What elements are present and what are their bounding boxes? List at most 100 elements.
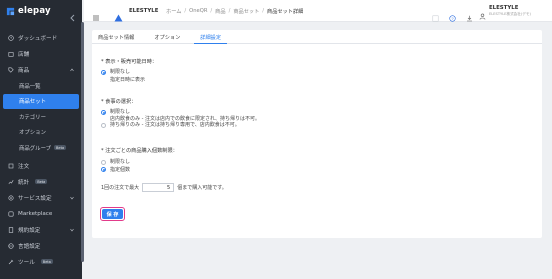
sidebar-subitem-category[interactable]: カテゴリー [0, 109, 82, 125]
quantity-row: 1回の注文で最大 5 個まで購入可能です。 [101, 183, 227, 192]
sidebar-item-label: サービス設定 [18, 195, 52, 202]
quantity-limit-title: * 注文ごとの商品購入個数制限： [101, 148, 178, 154]
breadcrumb-product-set[interactable]: 商品セット [233, 8, 259, 15]
radio-button[interactable] [101, 109, 106, 115]
radio-label: 制限なし [110, 159, 131, 165]
sidebar-subitem-product-set[interactable]: 商品セット [3, 93, 79, 109]
header-icons: ? [432, 7, 473, 22]
sidebar-item-label: 統計 [18, 179, 30, 186]
subitem-label: 商品一覧 [19, 83, 41, 90]
quantity-prefix: 1回の注文で最大 [101, 185, 140, 191]
sidebar-item-language[interactable]: 言語設定 [0, 238, 82, 254]
radio-button[interactable] [101, 116, 106, 121]
sidebar-item-label: 規約設定 [18, 227, 41, 234]
beta-badge: Beta [54, 145, 67, 151]
radio-quantity-specified[interactable]: 指定個数 [101, 167, 178, 174]
sidebar-item-label: 店舗 [18, 52, 30, 58]
window-icon[interactable] [432, 7, 439, 22]
radio-display-scheduled[interactable]: 指定日時に表示 [101, 77, 157, 84]
dining-title: * 食事の選択： [101, 99, 137, 105]
breadcrumb: ホーム / OneQR / 商品 / 商品セット / 商品セット詳細 [166, 8, 303, 15]
cart-icon [8, 163, 14, 169]
sidebar-item-dashboard[interactable]: ダッシュボード [0, 30, 82, 46]
sidebar: elepay ダッシュボード 店舗 商品 商品一覧 商品セット カテゴリー オプ… [0, 0, 82, 279]
user-name: ELESTYLE [489, 5, 519, 11]
sidebar-scrollbar[interactable] [81, 22, 84, 262]
shop-logo-icon [114, 7, 123, 22]
sidebar-item-label: ダッシュボード [18, 36, 58, 42]
quantity-input[interactable]: 5 [142, 183, 175, 192]
radio-button[interactable] [101, 167, 106, 172]
subitem-label: 商品セット [19, 99, 46, 106]
sidebar-nav: ダッシュボード 店舗 商品 [0, 30, 82, 78]
user-menu[interactable]: ELESTYLE ELESTYLE株式会社(デモ) [479, 5, 531, 24]
radio-quantity-unlimited[interactable]: 制限なし [101, 159, 178, 166]
breadcrumb-separator: / [262, 8, 265, 14]
quantity-suffix: 個まで購入可能です。 [177, 185, 227, 191]
help-icon[interactable]: ? [449, 7, 456, 22]
elepay-logo-icon [6, 7, 15, 16]
clock-icon [8, 35, 14, 41]
tab-product-set-info[interactable]: 商品セット情報 [92, 30, 140, 44]
breadcrumb-oneqr[interactable]: OneQR [189, 8, 207, 15]
radio-button[interactable] [101, 159, 106, 165]
collapse-sidebar-icon[interactable] [69, 7, 77, 22]
sidebar-subitem-product-group[interactable]: 商品グループ Beta [0, 140, 82, 156]
sidebar-item-service-settings[interactable]: サービス設定 [0, 190, 82, 206]
breadcrumb-separator: / [228, 8, 231, 14]
sidebar-item-label: 注文 [18, 163, 30, 170]
tab-options[interactable]: オプション [148, 30, 186, 44]
breadcrumb-separator: / [184, 8, 187, 14]
chevron-down-icon [70, 196, 74, 200]
quantity-limit-section: * 注文ごとの商品購入個数制限： 制限なし 指定個数 [101, 147, 178, 173]
tag-icon [8, 67, 14, 73]
display-period-title: * 表示・販売可能日時： [101, 59, 158, 65]
sidebar-item-label: 言語設定 [18, 243, 41, 250]
marketplace-icon [8, 211, 14, 217]
shop-name[interactable]: ELESTYLE [129, 8, 158, 14]
beta-badge: Beta [35, 179, 48, 184]
breadcrumb-current: 商品セット詳細 [267, 9, 304, 15]
sidebar-item-label: ツール [18, 259, 35, 266]
sidebar-item-tools[interactable]: ツール Beta [0, 254, 82, 270]
sidebar-item-terms[interactable]: 規約設定 [0, 222, 82, 238]
radio-button[interactable] [101, 122, 106, 128]
radio-button[interactable] [101, 69, 106, 75]
breadcrumb-separator: / [210, 8, 213, 14]
tab-bar: 商品セット情報 オプション 詳細設定 [92, 30, 542, 44]
save-button-highlight: 保 存 [100, 207, 125, 221]
menu-icon[interactable] [92, 7, 100, 21]
brand-name: elepay [18, 6, 51, 16]
sidebar-item-label: 商品 [18, 68, 30, 74]
subitem-label: オプション [19, 130, 46, 137]
top-header: ELESTYLE ホーム / OneQR / 商品 / 商品セット / 商品セッ… [84, 0, 552, 22]
chevron-down-icon [70, 228, 74, 232]
sidebar-item-stats[interactable]: 統計 Beta [0, 174, 82, 190]
settings-icon [8, 194, 14, 201]
sidebar-item-orders[interactable]: 注文 [0, 158, 82, 174]
display-period-section: * 表示・販売可能日時： 制限なし 指定日時に表示 [101, 58, 157, 83]
chevron-up-icon [70, 68, 74, 72]
sidebar-subitem-product-list[interactable]: 商品一覧 [0, 78, 82, 94]
svg-text:?: ? [451, 16, 454, 21]
beta-badge: Beta [40, 259, 53, 264]
breadcrumb-home[interactable]: ホーム [166, 8, 181, 15]
sidebar-item-products[interactable]: 商品 [0, 62, 82, 78]
radio-display-unlimited[interactable]: 制限なし [101, 69, 157, 76]
user-icon [479, 5, 486, 24]
save-button[interactable]: 保 存 [102, 209, 123, 219]
user-company: ELESTYLE株式会社(デモ) [489, 12, 531, 16]
detail-settings-card: 商品セット情報 オプション 詳細設定 * 表示・販売可能日時： 制限なし 指定日… [92, 30, 542, 238]
tab-detail-settings[interactable]: 詳細設定 [194, 30, 228, 44]
subitem-label: カテゴリー [19, 114, 46, 121]
radio-button[interactable] [101, 77, 106, 82]
doc-icon [8, 226, 14, 233]
sidebar-item-store[interactable]: 店舗 [0, 46, 82, 62]
radio-label: 制限なし [110, 69, 131, 75]
download-icon[interactable] [466, 7, 473, 22]
breadcrumb-products[interactable]: 商品 [215, 8, 225, 15]
sidebar-item-marketplace[interactable]: Marketplace [0, 206, 82, 222]
radio-dining-takeout[interactable]: 持ち帰りのみ - 注文は持ち帰り専用で、店内飲食は不可。 [101, 122, 260, 129]
sidebar-subitem-options[interactable]: オプション [0, 125, 82, 141]
tool-icon [8, 259, 14, 265]
